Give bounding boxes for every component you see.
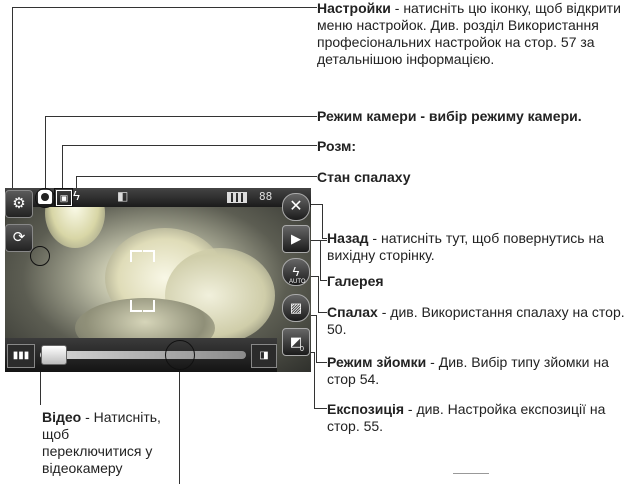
video-marker-circle	[30, 246, 50, 266]
annotation-size: Розм:	[317, 138, 356, 155]
focus-corner	[143, 300, 155, 312]
gear-icon: ⚙	[12, 195, 26, 212]
annotation-video-title: Відео	[42, 409, 82, 425]
focus-corner	[143, 250, 155, 262]
annotation-settings-title: Настройки	[317, 0, 391, 16]
leader-mode-h	[45, 116, 317, 117]
annotation-gallery-title: Галерея	[327, 273, 384, 289]
focus-corner	[130, 250, 142, 262]
back-button[interactable]: ✕	[282, 193, 310, 221]
annotation-flash-status-title: Стан спалаху	[317, 169, 411, 185]
video-switch-icon: ⟳	[12, 229, 26, 246]
leader-gallery-h2	[320, 280, 327, 281]
leader-flash-h2	[318, 312, 327, 313]
leader-settings-v	[12, 7, 13, 190]
flash-auto-label: AUTO	[289, 279, 306, 285]
shot-mode-button[interactable]: ▨	[282, 294, 310, 322]
page-ornament	[453, 473, 489, 474]
leader-exposure-v	[314, 352, 315, 408]
annotation-back-title: Назад	[327, 230, 369, 246]
leader-back-v	[322, 204, 323, 238]
battery-icon	[227, 192, 247, 203]
leader-exposure-h2	[314, 408, 327, 409]
annotation-shot-mode: Режим зйомки - Див. Вибір типу зйомки на…	[327, 354, 632, 388]
zoom-slider-handle[interactable]	[41, 345, 67, 365]
mode-marker-circle	[35, 188, 55, 208]
video-switch-button[interactable]: ⟳	[5, 224, 33, 252]
annotation-gallery: Галерея	[327, 273, 384, 290]
annotation-back-text: - натисніть тут, щоб повернутись на вихі…	[327, 230, 604, 263]
leader-back-h2	[322, 238, 327, 239]
capture-icon: ◨	[259, 350, 269, 361]
leader-size-h	[62, 145, 317, 146]
annotation-camera-mode-title: Режим камери - вибір режиму камери.	[317, 108, 582, 124]
image-icon: ▨	[289, 300, 303, 315]
camera-viewfinder[interactable]: ▣ ϟ ◧ 88 ⚙ ⟳ ✕ ▶ ϟ AUTO ▨ ◩ 0 ▮▮▮ ◨	[5, 188, 311, 372]
annotation-settings: Настройки - натисніть цю іконку, щоб від…	[317, 0, 632, 68]
close-icon: ✕	[289, 198, 303, 215]
settings-button[interactable]: ⚙	[5, 190, 33, 218]
annotation-flash-title: Спалах	[327, 304, 378, 320]
annotation-shot-mode-title: Режим зйомки	[327, 354, 427, 370]
annotation-exposure-title: Експозиція	[327, 401, 404, 417]
zoom-marker-circle	[165, 340, 195, 370]
leader-mode-v	[45, 116, 46, 190]
focus-corner	[130, 300, 142, 312]
leader-flashstatus-h	[76, 176, 317, 177]
zoom-bar: ▮▮▮ ◨	[5, 338, 277, 372]
annotation-flash: Спалах - див. Використання спалаху на ст…	[327, 304, 627, 338]
exposure-value: 0	[300, 346, 304, 353]
zoom-button[interactable]: ▮▮▮	[7, 344, 35, 368]
size-marker-box	[54, 188, 73, 207]
annotation-size-title: Розм:	[317, 138, 356, 154]
leader-settings-h	[12, 7, 317, 8]
leader-shot-v	[316, 315, 317, 362]
scene-icon: ◧	[117, 189, 129, 203]
gallery-button[interactable]: ▶	[282, 225, 310, 253]
annotation-back: Назад - натисніть тут, щоб повернутись н…	[327, 230, 627, 264]
flash-button[interactable]: ϟ AUTO	[282, 258, 310, 286]
flash-status-icon[interactable]: ϟ	[73, 188, 80, 203]
zoom-slider[interactable]	[40, 351, 246, 359]
exposure-button[interactable]: ◩ 0	[282, 328, 310, 356]
leader-shot-h2	[316, 362, 327, 363]
leader-gallery-v	[320, 240, 321, 280]
leader-flash-v	[318, 276, 319, 312]
zoom-icon: ▮▮▮	[12, 350, 30, 361]
annotation-camera-mode: Режим камери - вибір режиму камери.	[317, 108, 637, 125]
play-icon: ▶	[291, 231, 301, 246]
leader-zoom-v	[179, 372, 180, 484]
capture-button[interactable]: ◨	[251, 344, 277, 368]
annotation-video: Відео - Натисніть, щоб переключитися у в…	[42, 409, 162, 477]
annotation-flash-status: Стан спалаху	[317, 169, 411, 186]
annotation-exposure: Експозиція - див. Настройка експозиції н…	[327, 401, 627, 435]
leader-size-v	[62, 145, 63, 190]
memory-counter: 88	[259, 190, 273, 203]
